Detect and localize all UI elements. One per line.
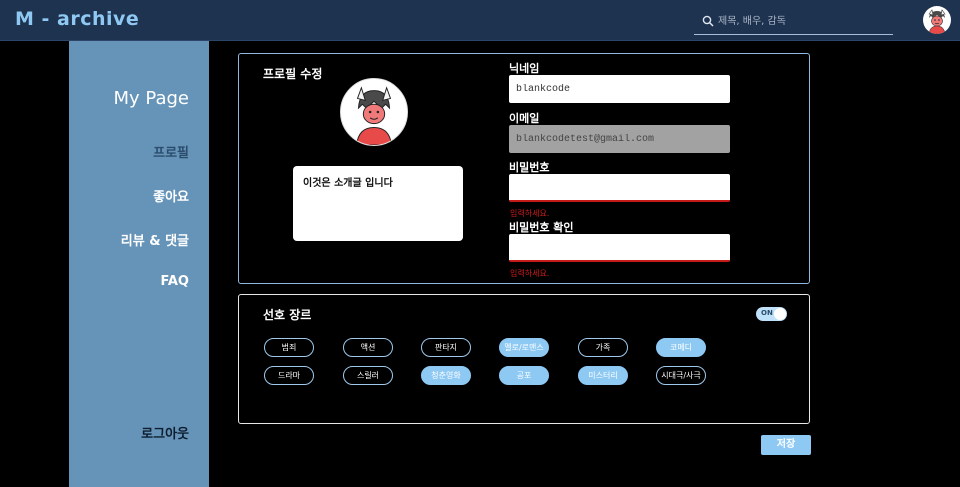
app-logo[interactable]: M - archive (15, 8, 139, 30)
genre-chip[interactable]: 공포 (499, 366, 549, 385)
genre-chip[interactable]: 드라마 (264, 366, 314, 385)
sidebar-item-likes[interactable]: 좋아요 (153, 186, 189, 205)
toggle-label: ON (761, 309, 773, 317)
password-label: 비밀번호 (509, 161, 550, 174)
top-header: M - archive (0, 0, 960, 41)
password-confirm-field[interactable] (509, 234, 730, 262)
search-input[interactable] (718, 12, 888, 30)
genre-panel: 선호 장르 ON 범죄 액션 판타지 멜로/로맨스 가족 코메디드라마 스릴러 청춘영화 공포 미… (238, 294, 810, 424)
save-button[interactable]: 저장 (761, 435, 811, 455)
demon-mask-avatar-icon (356, 86, 392, 145)
profile-edit-panel: 프로필 수정 이것은 소개글 입니다 닉네임 이메일 비밀번호 입력하세요. 비… (238, 53, 810, 284)
password-confirm-error: 입력하세요. (510, 269, 550, 278)
profile-section-title: 프로필 수정 (263, 67, 323, 81)
genre-chip[interactable]: 가족 (578, 338, 628, 357)
genre-chip[interactable]: 코메디 (656, 338, 706, 357)
genre-chip[interactable]: 판타지 (421, 338, 471, 357)
demon-mask-avatar-icon (928, 9, 946, 34)
sidebar-title: My Page (113, 88, 189, 109)
sidebar-item-faq[interactable]: FAQ (160, 274, 189, 289)
genre-chip[interactable]: 미스터리 (578, 366, 628, 385)
search-icon[interactable] (702, 15, 714, 27)
password-field[interactable] (509, 174, 730, 202)
sidebar-item-profile[interactable]: 프로필 (153, 142, 189, 161)
email-field (509, 125, 730, 153)
profile-avatar[interactable] (340, 78, 408, 146)
genre-chip[interactable]: 범죄 (264, 338, 314, 357)
sidebar: My Page 프로필 좋아요 리뷰 & 댓글 FAQ 로그아웃 (69, 41, 209, 487)
genre-section-title: 선호 장르 (263, 308, 312, 322)
sidebar-item-reviews[interactable]: 리뷰 & 댓글 (121, 230, 189, 249)
email-label: 이메일 (509, 112, 540, 125)
genre-chip[interactable]: 액션 (343, 338, 393, 357)
search-bar[interactable] (694, 9, 893, 35)
nickname-field[interactable] (509, 75, 730, 103)
nickname-label: 닉네임 (509, 62, 540, 75)
bio-textarea[interactable]: 이것은 소개글 입니다 (293, 166, 463, 241)
password-confirm-label: 비밀번호 확인 (509, 221, 574, 234)
genre-toggle[interactable]: ON (756, 307, 787, 321)
logout-button[interactable]: 로그아웃 (141, 423, 189, 442)
password-error: 입력하세요. (510, 209, 550, 218)
genre-chip[interactable]: 멜로/로맨스 (499, 338, 549, 357)
genre-chip[interactable]: 시대극/사극 (656, 366, 706, 385)
genre-chip[interactable]: 청춘영화 (421, 366, 471, 385)
toggle-knob (774, 308, 786, 320)
user-avatar-button[interactable] (923, 6, 951, 34)
genre-chip[interactable]: 스릴러 (343, 366, 393, 385)
